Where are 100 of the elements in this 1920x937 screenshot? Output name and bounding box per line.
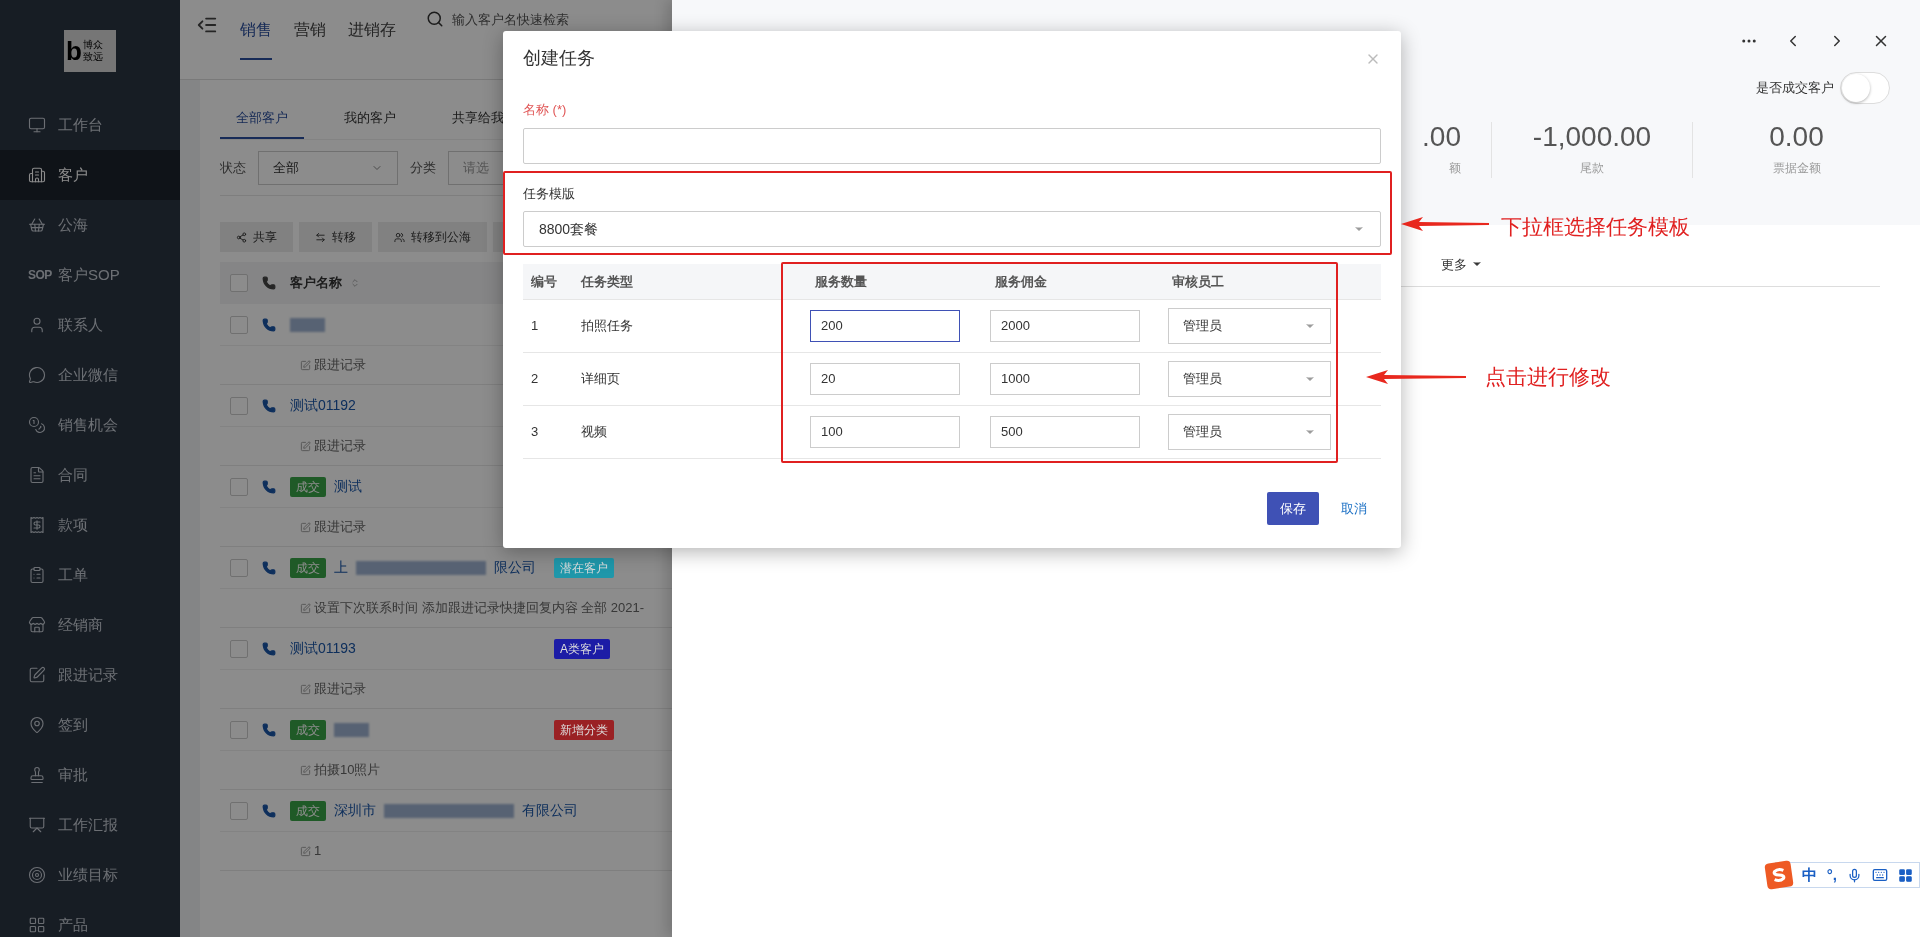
follow-up-note[interactable]: 跟进记录 (314, 355, 366, 375)
sidebar-item[interactable]: 跟进记录 (0, 650, 180, 700)
stat-value: .00 (1422, 123, 1461, 151)
customer-tab[interactable]: 全部客户 (220, 107, 304, 139)
sidebar-item[interactable]: 工单 (0, 550, 180, 600)
search-field[interactable]: 输入客户名快速检索 (452, 10, 569, 30)
row-checkbox[interactable] (230, 396, 248, 415)
column-header[interactable]: 客户名称 (290, 273, 342, 293)
customer-row[interactable]: 成交 深圳市 有限公司 (220, 790, 672, 832)
row-checkbox[interactable] (230, 801, 248, 820)
sidebar-item[interactable]: 客户 (0, 150, 180, 200)
follow-up-note[interactable]: 拍摄10照片 (314, 760, 381, 780)
save-button[interactable]: 保存 (1267, 492, 1319, 525)
sidebar-item[interactable]: 联系人 (0, 300, 180, 350)
ime-mode[interactable]: 中 (1801, 863, 1817, 887)
quantity-field[interactable]: 20 (810, 363, 960, 395)
phone-icon[interactable] (262, 560, 276, 575)
deal-tag: 成交 (290, 719, 326, 740)
sidebar-item[interactable]: 工作汇报 (0, 800, 180, 850)
commission-field[interactable]: 500 (990, 416, 1140, 448)
row-checkbox[interactable] (230, 639, 248, 658)
edit-icon (300, 683, 311, 695)
store-icon (28, 616, 46, 634)
top-tab[interactable]: 营销 (294, 0, 326, 60)
phone-icon[interactable] (262, 317, 276, 332)
customer-tab[interactable]: 我的客户 (328, 107, 412, 139)
sidebar-item[interactable]: 销售机会 (0, 400, 180, 450)
top-tab[interactable]: 进销存 (348, 0, 396, 60)
customer-name[interactable]: 深圳市 (334, 800, 376, 821)
quantity-field[interactable]: 100 (810, 416, 960, 448)
mic-icon[interactable] (1847, 867, 1862, 883)
top-tab[interactable]: 销售 (240, 0, 272, 60)
sidebar-item[interactable]: 工作台 (0, 100, 180, 150)
header-checkbox[interactable] (230, 274, 248, 292)
row-checkbox[interactable] (230, 477, 248, 496)
sidebar-item[interactable]: 产品 (0, 900, 180, 937)
sidebar-item[interactable]: 审批 (0, 750, 180, 800)
field-label: 任务模版 (523, 184, 576, 203)
deal-tag: 成交 (290, 557, 326, 578)
customer-row[interactable]: 测试01193 A类客户 (220, 628, 672, 670)
follow-up-note[interactable]: 跟进记录 (314, 679, 366, 699)
follow-up-note[interactable]: 跟进记录 (314, 436, 366, 456)
edit-icon (300, 602, 311, 614)
sidebar-item[interactable]: 业绩目标 (0, 850, 180, 900)
customer-row[interactable]: 成交 上 限公司 潜在客户 (220, 547, 672, 589)
dialog-title: 创建任务 (523, 47, 595, 70)
action-button[interactable]: 转移 (299, 222, 372, 252)
action-button[interactable]: 转移到公海 (378, 222, 487, 252)
action-button[interactable]: 共享 (220, 222, 293, 252)
customer-name[interactable]: 限公司 (494, 557, 536, 578)
row-checkbox[interactable] (230, 558, 248, 577)
customer-name[interactable]: 有限公司 (522, 800, 578, 821)
follow-up-note[interactable]: 1 (314, 841, 322, 861)
commission-field[interactable]: 1000 (990, 363, 1140, 395)
sidebar-item[interactable]: 经销商 (0, 600, 180, 650)
target-icon (28, 866, 46, 884)
filter-label: 分类 (410, 158, 436, 177)
edit-icon (300, 440, 311, 452)
deal-toggle[interactable] (1840, 72, 1890, 104)
reviewer-select[interactable]: 管理员 (1168, 361, 1331, 397)
sidebar-item[interactable]: SOP 客户SOP (0, 250, 180, 300)
phone-icon[interactable] (262, 479, 276, 494)
table-cell-text: 1 (530, 317, 540, 336)
name-field[interactable] (523, 127, 1381, 164)
reviewer-select[interactable]: 管理员 (1168, 308, 1331, 344)
ime-mode[interactable]: °, (1826, 863, 1837, 887)
customer-name[interactable]: 测试01192 (290, 395, 356, 416)
drawer-tab[interactable]: 更多 (1441, 254, 1483, 274)
stat-value: 0.00 (1769, 123, 1824, 151)
row-checkbox[interactable] (230, 315, 248, 334)
sidebar-item[interactable]: 企业微信 (0, 350, 180, 400)
phone-icon[interactable] (262, 803, 276, 818)
keyboard-icon[interactable] (1872, 867, 1888, 883)
sidebar-item[interactable]: 合同 (0, 450, 180, 500)
phone-icon[interactable] (262, 398, 276, 413)
phone-icon[interactable] (262, 641, 276, 656)
monitor-icon (28, 116, 46, 134)
sidebar-item[interactable]: 公海 (0, 200, 180, 250)
building-icon (28, 166, 46, 184)
template-select[interactable]: 8800套餐 (523, 211, 1381, 247)
deal-tag: 成交 (290, 800, 326, 821)
customer-name[interactable]: 测试01193 (290, 638, 356, 659)
follow-up-note[interactable]: 跟进记录 (314, 517, 366, 537)
customer-name[interactable]: 测试 (334, 476, 362, 497)
sidebar-item[interactable]: 款项 (0, 500, 180, 550)
filter-select[interactable]: 全部 (258, 150, 398, 185)
sidebar-item[interactable]: 签到 (0, 700, 180, 750)
search-icon[interactable] (426, 10, 444, 28)
stat-label: 额 (1449, 160, 1461, 177)
cancel-link[interactable]: 取消 (1335, 498, 1373, 519)
customer-row[interactable]: 成交 新增分类 (220, 709, 672, 751)
phone-icon[interactable] (262, 722, 276, 737)
stat-label: 票据金额 (1772, 160, 1821, 177)
commission-field[interactable]: 2000 (990, 310, 1140, 342)
reviewer-select[interactable]: 管理员 (1168, 414, 1331, 450)
grid-icon[interactable] (1898, 867, 1913, 883)
follow-up-note[interactable]: 设置下次联系时间 添加跟进记录快捷回复内容 全部 2021- (314, 598, 645, 618)
customer-name[interactable]: 上 (334, 557, 348, 578)
quantity-field[interactable]: 200 (810, 310, 960, 342)
row-checkbox[interactable] (230, 720, 248, 739)
